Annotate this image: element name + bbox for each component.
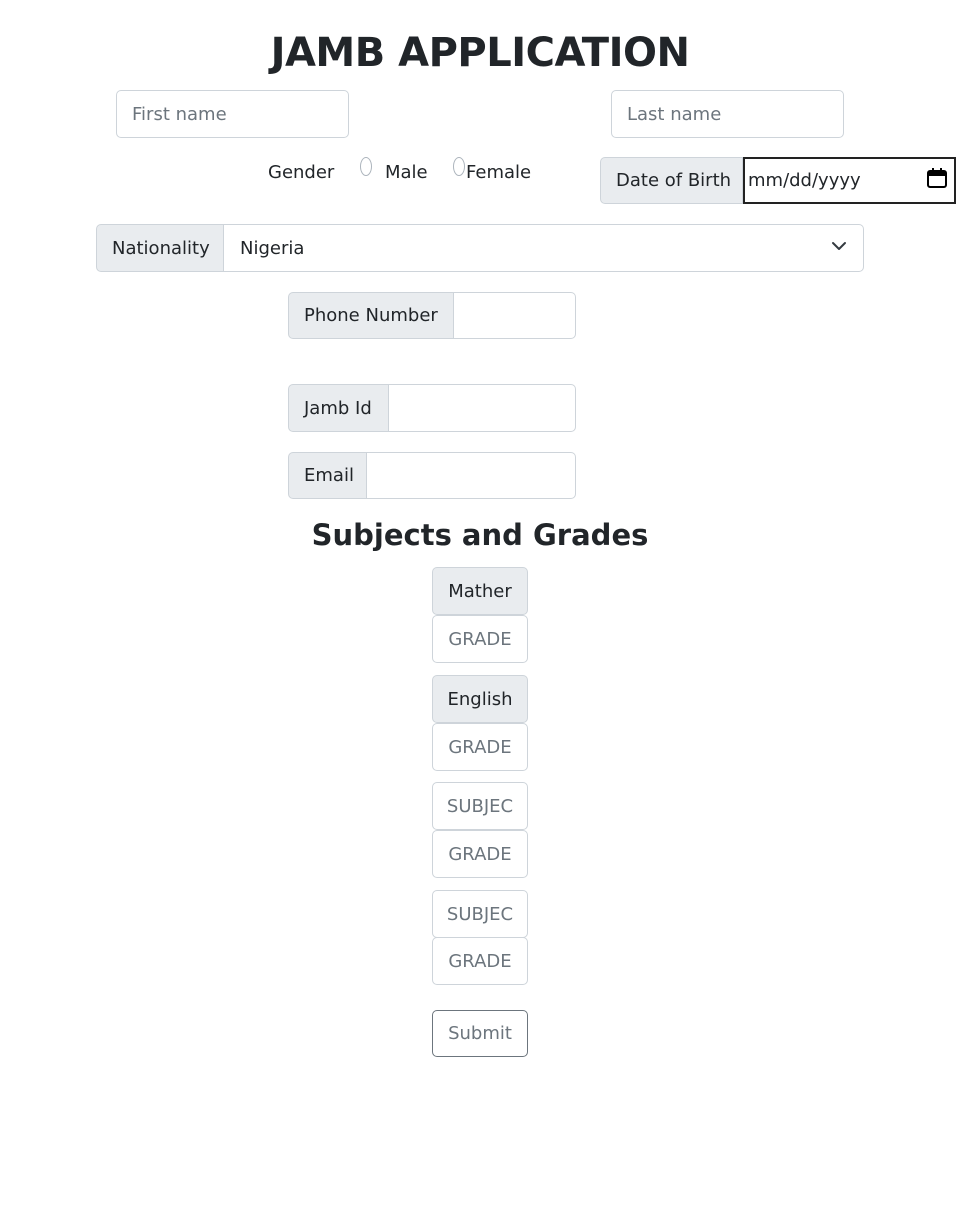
submit-button[interactable]: Submit: [432, 1010, 528, 1057]
chevron-down-icon: [831, 238, 847, 259]
subject-3[interactable]: SUBJEC: [432, 782, 528, 830]
calendar-icon[interactable]: [926, 167, 948, 194]
nationality-label: Nationality: [96, 224, 224, 272]
dob-label: Date of Birth: [600, 157, 743, 204]
dob-value: mm/dd/yyyy: [748, 170, 861, 191]
phone-label: Phone Number: [288, 292, 454, 339]
nationality-value: Nigeria: [240, 237, 305, 259]
subjects-heading: Subjects and Grades: [311, 518, 649, 552]
jamb-id-input[interactable]: [389, 384, 576, 432]
male-radio[interactable]: [360, 157, 372, 176]
last-name-input[interactable]: [611, 90, 844, 138]
female-radio[interactable]: [453, 157, 465, 176]
first-name-input[interactable]: [116, 90, 349, 138]
jamb-id-label: Jamb Id: [288, 384, 389, 432]
email-input[interactable]: [367, 452, 576, 499]
jamb-id-group: Jamb Id: [288, 384, 576, 432]
page-title: JAMB APPLICATION: [270, 30, 690, 76]
nationality-group: Nationality Nigeria: [96, 224, 864, 272]
dob-group: Date of Birth mm/dd/yyyy: [600, 157, 956, 204]
female-label: Female: [466, 162, 532, 183]
male-label: Male: [385, 162, 428, 183]
dob-input[interactable]: mm/dd/yyyy: [743, 157, 956, 204]
grade-4[interactable]: GRADE: [432, 937, 528, 985]
phone-group: Phone Number: [288, 292, 576, 339]
email-group: Email: [288, 452, 576, 499]
phone-input[interactable]: [454, 292, 576, 339]
nationality-select[interactable]: Nigeria: [224, 224, 864, 272]
grade-3[interactable]: GRADE: [432, 830, 528, 878]
grade-2[interactable]: GRADE: [432, 723, 528, 771]
gender-label: Gender: [268, 162, 335, 183]
subject-1[interactable]: Mather: [432, 567, 528, 615]
grade-1[interactable]: GRADE: [432, 615, 528, 663]
subject-4[interactable]: SUBJEC: [432, 890, 528, 938]
email-label: Email: [288, 452, 367, 499]
subject-2[interactable]: English: [432, 675, 528, 723]
